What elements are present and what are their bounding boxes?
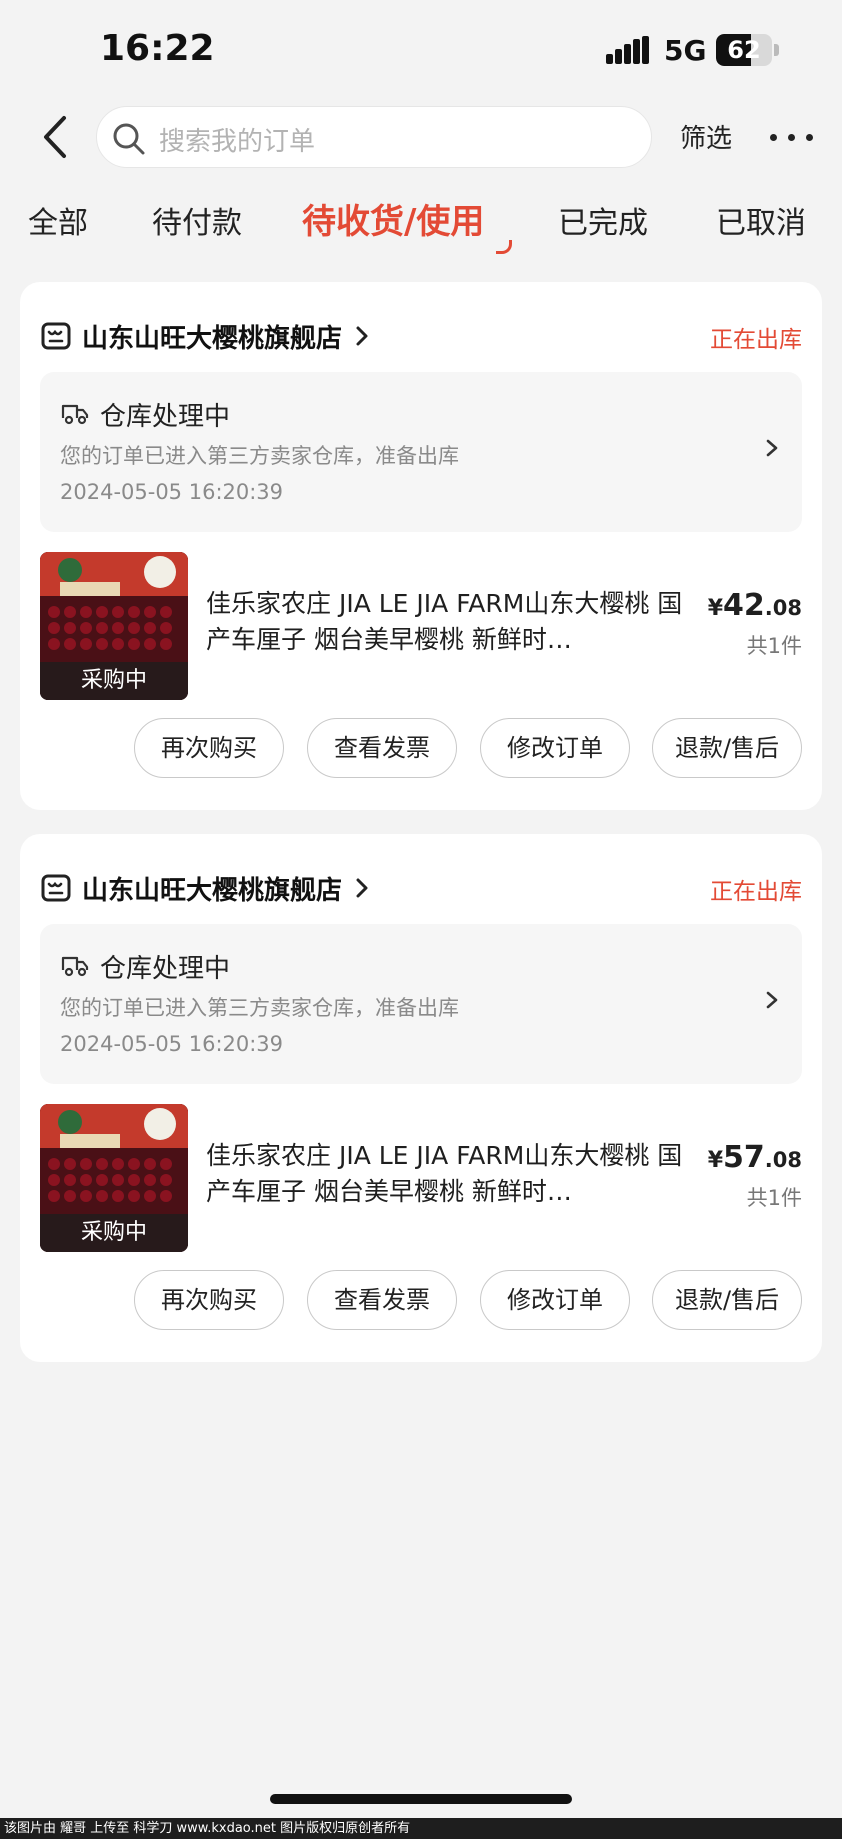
product-price: ¥42.08 bbox=[708, 588, 802, 623]
network-label: 5G bbox=[664, 34, 707, 67]
price-currency: ¥ bbox=[707, 1148, 724, 1173]
modify-order-button[interactable]: 修改订单 bbox=[480, 1270, 630, 1330]
price-currency: ¥ bbox=[707, 596, 724, 621]
view-invoice-button[interactable]: 查看发票 bbox=[307, 718, 457, 778]
header: 搜索我的订单 筛选 bbox=[0, 100, 842, 180]
product-price: ¥57.08 bbox=[708, 1140, 802, 1175]
order-tabs: 全部 待付款 待收货/使用 已完成 已取消 bbox=[0, 190, 842, 260]
chevron-left-icon bbox=[44, 116, 66, 158]
view-invoice-button[interactable]: 查看发票 bbox=[307, 1270, 457, 1330]
search-input[interactable]: 搜索我的订单 bbox=[96, 106, 652, 168]
store-icon bbox=[41, 322, 71, 350]
price-decimal: .08 bbox=[764, 596, 802, 620]
chevron-right-icon bbox=[766, 439, 778, 457]
product-title[interactable]: 佳乐家农庄 JIA LE JIA FARM山东大樱桃 国产车厘子 烟台美早樱桃 … bbox=[206, 586, 686, 658]
product-status-badge: 采购中 bbox=[40, 662, 188, 700]
buy-again-button[interactable]: 再次购买 bbox=[134, 1270, 284, 1330]
watermark: 该图片由 耀哥 上传至 科学刀 www.kxdao.net 图片版权归原创者所有 bbox=[0, 1818, 842, 1839]
logistics-panel[interactable]: 仓库处理中 您的订单已进入第三方卖家仓库，准备出库 2024-05-05 16:… bbox=[40, 924, 802, 1084]
status-bar: 16:22 5G 62 bbox=[0, 0, 842, 100]
logistics-timestamp: 2024-05-05 16:20:39 bbox=[60, 480, 284, 504]
logistics-description: 您的订单已进入第三方卖家仓库，准备出库 bbox=[60, 444, 459, 468]
chevron-right-icon bbox=[766, 991, 778, 1009]
filter-button[interactable]: 筛选 bbox=[680, 118, 732, 155]
logistics-title: 仓库处理中 bbox=[100, 402, 231, 432]
modify-order-button[interactable]: 修改订单 bbox=[480, 718, 630, 778]
logistics-description: 您的订单已进入第三方卖家仓库，准备出库 bbox=[60, 996, 459, 1020]
tab-pending-receipt[interactable]: 待收货/使用 bbox=[302, 194, 484, 243]
product-quantity: 共1件 bbox=[746, 634, 802, 658]
order-actions: 再次购买 查看发票 修改订单 退款/售后 bbox=[20, 1270, 822, 1330]
store-row[interactable]: 山东山旺大樱桃旗舰店 bbox=[40, 318, 810, 358]
order-status: 正在出库 bbox=[710, 879, 802, 905]
price-integer: 42 bbox=[723, 588, 765, 623]
active-tab-indicator bbox=[496, 240, 512, 254]
chevron-right-icon bbox=[356, 878, 368, 898]
chevron-right-icon bbox=[356, 326, 368, 346]
product-status-badge: 采购中 bbox=[40, 1214, 188, 1252]
product-image[interactable]: 采购中 bbox=[40, 552, 188, 700]
home-indicator bbox=[270, 1794, 572, 1804]
product-title[interactable]: 佳乐家农庄 JIA LE JIA FARM山东大樱桃 国产车厘子 烟台美早樱桃 … bbox=[206, 1138, 686, 1210]
tab-completed[interactable]: 已完成 bbox=[558, 198, 648, 242]
battery-level: 62 bbox=[727, 36, 761, 64]
store-name[interactable]: 山东山旺大樱桃旗舰店 bbox=[82, 870, 342, 907]
logistics-title: 仓库处理中 bbox=[100, 954, 231, 984]
price-integer: 57 bbox=[723, 1140, 765, 1175]
price-decimal: .08 bbox=[764, 1148, 802, 1172]
store-icon bbox=[41, 874, 71, 902]
order-status: 正在出库 bbox=[710, 327, 802, 353]
product-quantity: 共1件 bbox=[746, 1186, 802, 1210]
store-name[interactable]: 山东山旺大樱桃旗舰店 bbox=[82, 318, 342, 355]
refund-button[interactable]: 退款/售后 bbox=[652, 718, 802, 778]
tab-all[interactable]: 全部 bbox=[28, 198, 88, 242]
logistics-panel[interactable]: 仓库处理中 您的订单已进入第三方卖家仓库，准备出库 2024-05-05 16:… bbox=[40, 372, 802, 532]
back-button[interactable] bbox=[36, 112, 76, 162]
more-options-icon[interactable] bbox=[768, 122, 816, 152]
search-icon bbox=[113, 123, 145, 155]
truck-icon bbox=[61, 404, 89, 425]
order-card[interactable]: 山东山旺大樱桃旗舰店 正在出库 仓库处理中 您的订单已进入第三方卖家仓库，准备出… bbox=[20, 282, 822, 810]
tab-cancelled[interactable]: 已取消 bbox=[716, 198, 806, 242]
order-card[interactable]: 山东山旺大樱桃旗舰店 正在出库 仓库处理中 您的订单已进入第三方卖家仓库，准备出… bbox=[20, 834, 822, 1362]
signal-icon bbox=[606, 36, 650, 64]
refund-button[interactable]: 退款/售后 bbox=[652, 1270, 802, 1330]
truck-icon bbox=[61, 956, 89, 977]
order-actions: 再次购买 查看发票 修改订单 退款/售后 bbox=[20, 718, 822, 778]
buy-again-button[interactable]: 再次购买 bbox=[134, 718, 284, 778]
store-row[interactable]: 山东山旺大樱桃旗舰店 bbox=[40, 870, 810, 910]
product-image[interactable]: 采购中 bbox=[40, 1104, 188, 1252]
battery-icon: 62 bbox=[716, 34, 772, 66]
logistics-timestamp: 2024-05-05 16:20:39 bbox=[60, 1032, 284, 1056]
status-time: 16:22 bbox=[100, 28, 215, 69]
search-placeholder: 搜索我的订单 bbox=[159, 127, 316, 157]
battery-tip bbox=[774, 44, 779, 56]
tab-pending-payment[interactable]: 待付款 bbox=[152, 198, 242, 242]
